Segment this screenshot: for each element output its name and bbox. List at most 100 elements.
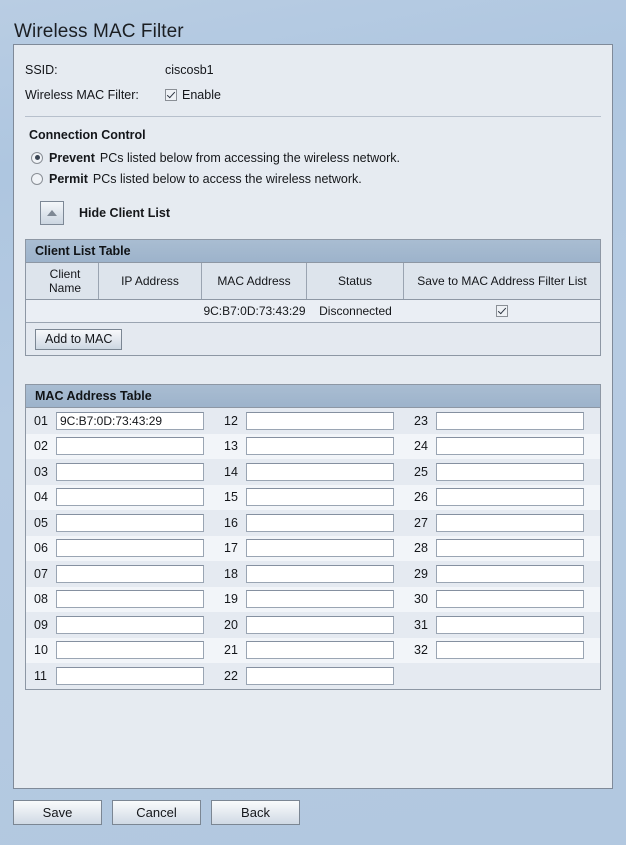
mac-address-input-02[interactable] bbox=[56, 437, 204, 456]
mac-entry-03: 03 bbox=[26, 462, 204, 481]
cell-status: Disconnected bbox=[319, 304, 392, 318]
mac-index-label: 30 bbox=[414, 592, 428, 607]
mac-entry-09: 09 bbox=[26, 615, 204, 634]
mac-address-input-13[interactable] bbox=[246, 437, 394, 456]
mac-table-row: 11 22 bbox=[26, 663, 600, 689]
mac-address-input-17[interactable] bbox=[246, 539, 394, 558]
mac-table-row: 08 19 30 bbox=[26, 586, 600, 612]
mac-address-rows: 01 12 23 02 13 24 03 14 25 04 15 26 05 16 27 06 17 28 07 18… bbox=[26, 408, 600, 689]
add-to-mac-button[interactable]: Add to MAC bbox=[35, 328, 123, 350]
mac-table-row: 06 17 28 bbox=[26, 535, 600, 561]
mac-address-input-14[interactable] bbox=[246, 462, 394, 481]
mac-address-input-07[interactable] bbox=[56, 564, 204, 583]
column-header-status: Status bbox=[307, 263, 404, 299]
ssid-label: SSID: bbox=[25, 62, 58, 77]
mac-table-row: 03 14 25 bbox=[26, 459, 600, 485]
cancel-button[interactable]: Cancel bbox=[112, 800, 201, 825]
prevent-radio[interactable] bbox=[31, 151, 43, 164]
mac-index-label: 15 bbox=[224, 490, 238, 505]
save-button[interactable]: Save bbox=[13, 800, 102, 825]
mac-address-input-28[interactable] bbox=[436, 539, 584, 558]
mac-index-label: 04 bbox=[34, 490, 48, 505]
mac-index-label: 27 bbox=[414, 515, 428, 530]
mac-address-input-16[interactable] bbox=[246, 513, 394, 532]
mac-index-label: 18 bbox=[224, 566, 238, 581]
mac-address-input-12[interactable] bbox=[246, 411, 394, 430]
permit-radio[interactable] bbox=[31, 172, 43, 185]
mac-entry-17: 17 bbox=[216, 539, 394, 558]
chevron-up-glyph bbox=[47, 210, 57, 216]
mac-address-input-25[interactable] bbox=[436, 462, 584, 481]
column-header-mac-address: MAC Address bbox=[202, 263, 307, 299]
mac-table-row: 01 12 23 bbox=[26, 408, 600, 434]
mac-index-label: 29 bbox=[414, 566, 428, 581]
hide-client-list-label: Hide Client List bbox=[79, 206, 170, 220]
mac-address-input-06[interactable] bbox=[56, 539, 204, 558]
save-to-filter-checkbox[interactable] bbox=[496, 305, 508, 317]
mac-address-input-08[interactable] bbox=[56, 590, 204, 609]
mac-entry-18: 18 bbox=[216, 564, 394, 583]
mac-table-row: 04 15 26 bbox=[26, 484, 600, 510]
back-button[interactable]: Back bbox=[211, 800, 300, 825]
chevron-up-icon[interactable] bbox=[40, 201, 64, 225]
ssid-row: SSID: ciscosb1 bbox=[14, 57, 612, 82]
ssid-value: ciscosb1 bbox=[165, 62, 214, 77]
mac-index-label: 23 bbox=[414, 413, 428, 428]
table-row: 9C:B7:0D:73:43:29 Disconnected bbox=[26, 300, 600, 323]
mac-index-label: 05 bbox=[34, 515, 48, 530]
permit-description: PCs listed below to access the wireless … bbox=[92, 171, 362, 186]
mac-address-input-05[interactable] bbox=[56, 513, 204, 532]
mac-address-input-32[interactable] bbox=[436, 641, 584, 660]
mac-address-input-21[interactable] bbox=[246, 641, 394, 660]
mac-index-label: 08 bbox=[34, 592, 48, 607]
mac-entry-27: 27 bbox=[406, 513, 584, 532]
mac-address-input-23[interactable] bbox=[436, 411, 584, 430]
mac-address-input-10[interactable] bbox=[56, 641, 204, 660]
mac-address-input-20[interactable] bbox=[246, 615, 394, 634]
mac-entry-01: 01 bbox=[26, 411, 204, 430]
mac-index-label: 22 bbox=[224, 668, 238, 683]
enable-checkbox[interactable] bbox=[165, 88, 177, 101]
page-title: Wireless MAC Filter bbox=[14, 20, 184, 42]
mac-address-input-29[interactable] bbox=[436, 564, 584, 583]
mac-address-input-09[interactable] bbox=[56, 615, 204, 634]
mac-address-input-31[interactable] bbox=[436, 615, 584, 634]
mac-address-input-19[interactable] bbox=[246, 590, 394, 609]
mac-address-input-26[interactable] bbox=[436, 488, 584, 507]
mac-index-label: 12 bbox=[224, 413, 238, 428]
radio-option-permit[interactable]: Permit PCs listed below to access the wi… bbox=[14, 168, 612, 189]
mac-entry-10: 10 bbox=[26, 641, 204, 660]
mac-entry-02: 02 bbox=[26, 437, 204, 456]
mac-entry-24: 24 bbox=[406, 437, 584, 456]
mac-table-row: 09 20 31 bbox=[26, 612, 600, 638]
mac-address-input-03[interactable] bbox=[56, 462, 204, 481]
client-list-table-title: Client List Table bbox=[26, 240, 600, 263]
column-header-save-to-filter-list: Save to MAC Address Filter List bbox=[417, 274, 587, 288]
cell-save-to-filter-list[interactable] bbox=[404, 300, 600, 322]
mac-entry-21: 21 bbox=[216, 641, 394, 660]
mac-index-label: 14 bbox=[224, 464, 238, 479]
mac-table-row: 07 18 29 bbox=[26, 561, 600, 587]
mac-index-label: 09 bbox=[34, 617, 48, 632]
hide-client-list-row[interactable]: Hide Client List bbox=[14, 201, 612, 225]
mac-entry-30: 30 bbox=[406, 590, 584, 609]
mac-address-input-24[interactable] bbox=[436, 437, 584, 456]
mac-address-input-30[interactable] bbox=[436, 590, 584, 609]
column-header-ip-address: IP Address bbox=[99, 263, 202, 299]
mac-address-input-11[interactable] bbox=[56, 666, 204, 685]
mac-entry-07: 07 bbox=[26, 564, 204, 583]
mac-address-input-01[interactable] bbox=[56, 411, 204, 430]
mac-address-input-15[interactable] bbox=[246, 488, 394, 507]
mac-address-input-27[interactable] bbox=[436, 513, 584, 532]
wireless-mac-filter-enable-control[interactable]: Enable bbox=[165, 88, 221, 102]
mac-index-label: 11 bbox=[34, 668, 47, 683]
mac-address-input-18[interactable] bbox=[246, 564, 394, 583]
mac-address-table-title: MAC Address Table bbox=[26, 385, 600, 408]
radio-option-prevent[interactable]: Prevent PCs listed below from accessing … bbox=[14, 147, 612, 168]
mac-entry-08: 08 bbox=[26, 590, 204, 609]
prevent-label: Prevent bbox=[49, 150, 95, 165]
mac-address-table: MAC Address Table 01 12 23 02 13 24 03 14 25 04 15… bbox=[25, 384, 601, 690]
mac-address-input-04[interactable] bbox=[56, 488, 204, 507]
mac-address-input-22[interactable] bbox=[246, 666, 394, 685]
mac-index-label: 16 bbox=[224, 515, 238, 530]
